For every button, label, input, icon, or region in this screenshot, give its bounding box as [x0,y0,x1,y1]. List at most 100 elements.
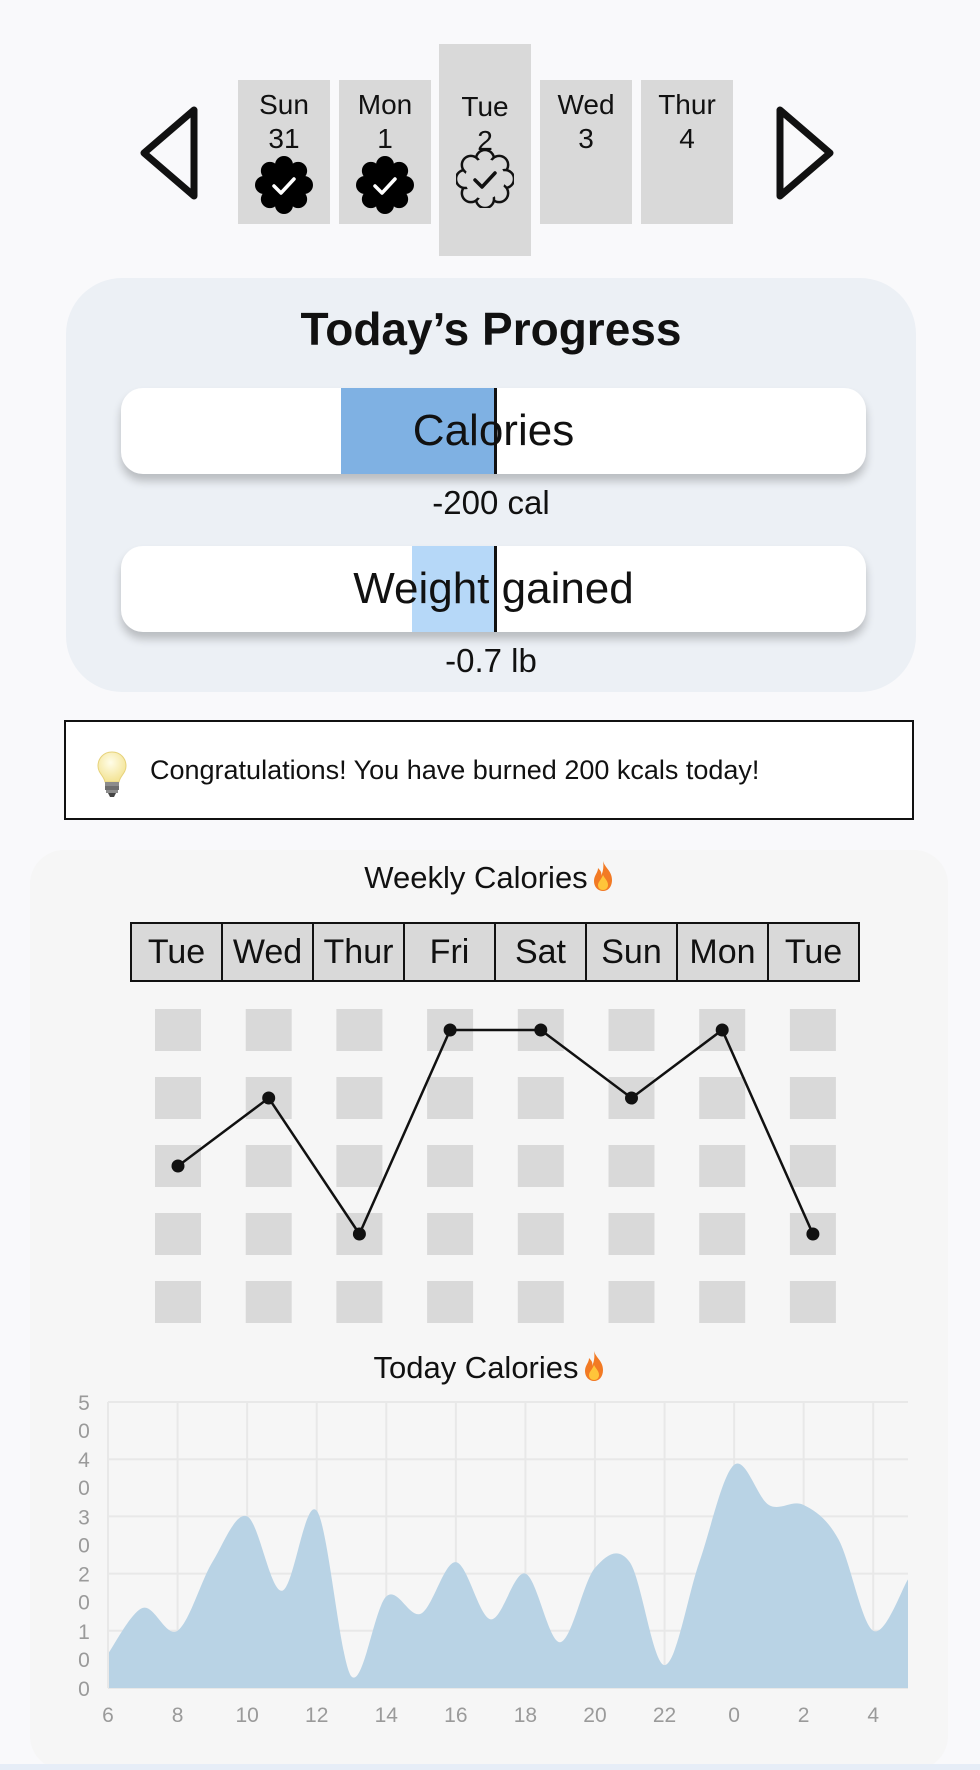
week-day-sun: Sun [585,922,678,982]
weekly-grid-cell [517,1213,564,1255]
day-name: Mon [357,89,413,120]
notice-text: Congratulations! You have burned 200 kca… [150,755,760,785]
weekly-grid-cell [608,1213,655,1255]
today-chart-x-tick-label: 2 [798,1704,810,1727]
flame-icon [584,1351,603,1381]
weekly-grid-cell [608,1145,655,1187]
weekly-calories-point [171,1159,185,1173]
verified-badge-outline-icon [456,150,514,208]
today-chart-y-tick-label: 1 [78,1621,90,1644]
today-chart-x-tick-label: 6 [102,1704,114,1727]
weekly-grid-cell [427,1213,474,1255]
weekly-grid-cell [517,1281,564,1323]
today-chart-x-tick-label: 14 [375,1704,399,1727]
day-number: 1 [377,123,393,154]
today-chart-y-tick-label: 0 [78,1649,90,1672]
today-chart-y-tick-label: 0 [78,1534,90,1557]
weekly-grid-cell [699,1145,746,1187]
today-chart-x-tick-label: 16 [444,1704,467,1727]
today-chart-y-tick-label: 0 [78,1477,90,1500]
weekly-calories-point [443,1023,457,1037]
verified-badge-filled-icon [255,156,313,214]
day-number: 3 [578,123,594,154]
weekly-calories-point [715,1023,729,1037]
weekly-calories-point [625,1091,638,1105]
calories-bar-label: Calories [412,406,575,455]
today-chart-x-tick-label: 10 [235,1704,258,1727]
weekly-calories-point [534,1023,548,1037]
week-day-sat: Sat [494,922,587,982]
weekly-grid-cell [789,1145,836,1187]
weekly-calories-title: Weekly Calories [0,860,980,896]
week-day-fri: Fri [403,922,496,982]
weekly-grid-cell [245,1281,292,1323]
today-chart-x-tick-label: 8 [172,1704,184,1727]
today-chart-y-tick-label: 4 [78,1449,90,1472]
prev-day-button[interactable] [138,100,208,210]
day-name: Tue [461,91,509,122]
week-day-thur: Thur [312,922,405,982]
week-day-mon: Mon [676,922,769,982]
weekly-grid-cell [245,1145,292,1187]
today-chart-y-tick-label: 2 [78,1564,90,1587]
day-card-wed-3[interactable]: Wed 3 [540,80,632,224]
day-name: Sun [259,89,309,120]
weekly-grid-cell [427,1145,474,1187]
weekly-calories-line [177,1028,815,1237]
weekly-grid-cell [789,1077,836,1119]
day-number: 4 [679,123,695,154]
weekly-grid-cell [336,1009,383,1051]
weekly-grid-cell [699,1213,746,1255]
week-day-wed: Wed [221,922,314,982]
weekly-calories-point [806,1227,820,1241]
triangle-left-icon [140,106,198,200]
weekly-grid-cell [789,1281,836,1323]
weight-bar: Weight gained [121,546,866,632]
weekly-grid-cell [608,1009,655,1051]
weekly-grid-cell [155,1213,201,1255]
weekly-calories-point [262,1091,276,1105]
day-name: Wed [557,89,615,120]
congrats-notice: Congratulations! You have burned 200 kca… [64,720,914,820]
today-chart-x-tick-label: 22 [653,1704,676,1727]
weekly-grid-cell [245,1213,292,1255]
weekly-grid-cell [336,1145,383,1187]
weekly-calories-point [352,1227,366,1241]
weekly-grid-cell [336,1281,383,1323]
flame-icon [593,861,612,891]
progress-title: Today’s Progress [300,303,682,355]
weekly-grid-cell [517,1145,564,1187]
weekly-grid-cell [427,1077,474,1119]
weekly-day-header: Tue Wed Thur Fri Sat Sun Mon Tue [130,922,860,982]
weekly-grid-cell [699,1077,746,1119]
today-chart-x-tick-label: 4 [867,1704,879,1727]
day-name: Thur [658,89,716,120]
weekly-calories-grid [155,1009,836,1323]
footer-divider [0,1764,980,1770]
weekly-grid-cell [608,1281,655,1323]
today-calories-title: Today Calories [0,1350,980,1386]
today-chart-y-tick-label: 0 [78,1420,90,1443]
today-chart-y-tick-label: 0 [78,1678,90,1701]
calories-value: -200 cal [432,484,550,521]
today-calories-chart: 504030201006 8 10 12 14 16 18 20 22 0 2 4 [78,1392,908,1727]
weekly-grid-cell [155,1281,201,1323]
weekly-grid-cell [427,1281,474,1323]
today-chart-y-tick-label: 0 [78,1592,90,1615]
today-chart-x-tick-label: 12 [305,1704,328,1727]
day-card-mon-1[interactable]: Mon 1 [339,80,431,224]
weekly-calories-title-text: Weekly Calories [364,860,588,895]
next-day-button[interactable] [772,100,842,210]
today-chart-y-tick-label: 5 [78,1392,90,1415]
weekly-grid-cell [155,1009,201,1051]
weight-bar-label: Weight gained [353,564,634,613]
today-chart-y-tick-label: 3 [78,1506,90,1529]
triangle-right-icon [776,106,834,200]
day-card-tue-2[interactable]: Tue 2 [439,44,531,256]
weekly-grid-cell [699,1281,746,1323]
weekly-grid-cell [789,1009,836,1051]
week-day-tue: Tue [130,922,223,982]
today-chart-x-tick-label: 20 [583,1704,606,1727]
day-card-sun-31[interactable]: Sun 31 [238,80,330,224]
day-card-thur-4[interactable]: Thur 4 [641,80,733,224]
